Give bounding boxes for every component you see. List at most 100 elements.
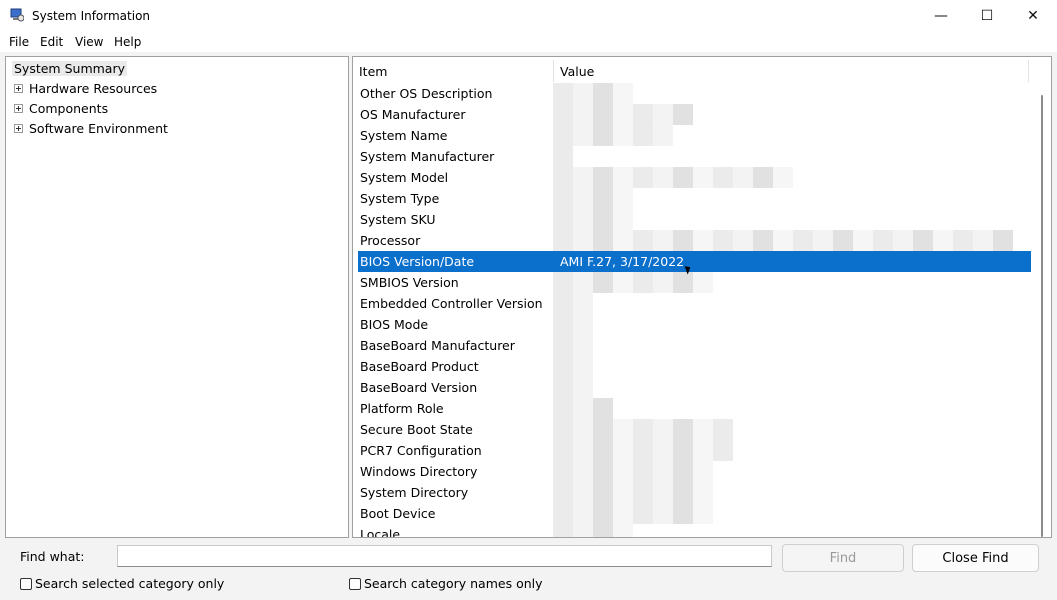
redacted-value: [553, 377, 593, 398]
table-row[interactable]: Boot Device: [353, 503, 1031, 524]
row-item-name: Locale: [360, 527, 401, 538]
row-item-name: Windows Directory: [360, 464, 478, 479]
redacted-value: [553, 83, 633, 104]
column-header-value[interactable]: Value: [560, 64, 594, 79]
find-button[interactable]: Find: [782, 544, 904, 572]
table-row[interactable]: System SKU: [353, 209, 1031, 230]
table-row[interactable]: Other OS Description: [353, 83, 1031, 104]
find-what-label: Find what:: [20, 549, 85, 564]
close-find-button[interactable]: Close Find: [912, 544, 1039, 572]
row-item-name: OS Manufacturer: [360, 107, 466, 122]
row-item-name: System Directory: [360, 485, 469, 500]
checkbox-icon[interactable]: [20, 577, 32, 590]
scrollbar-thumb[interactable]: [1041, 95, 1043, 537]
row-item-name: BaseBoard Version: [360, 380, 478, 395]
table-row[interactable]: SMBIOS Version: [353, 272, 1031, 293]
search-category-names-checkbox[interactable]: Search category names only: [349, 576, 543, 591]
row-item-name: System SKU: [360, 212, 436, 227]
redacted-value: [553, 314, 593, 335]
system-information-app-icon: [10, 8, 24, 22]
table-row[interactable]: System Model: [353, 167, 1031, 188]
menu-view[interactable]: View: [75, 35, 103, 49]
title-bar: System Information — ☐ ✕: [0, 0, 1057, 32]
window-title: System Information: [32, 9, 151, 23]
list-rows: Other OS Description OS Manufacturer Syste…: [353, 83, 1031, 538]
menu-help[interactable]: Help: [114, 35, 141, 49]
details-list[interactable]: Item Value Other OS Description OS Manufa…: [352, 56, 1052, 538]
maximize-icon: ☐: [980, 8, 994, 24]
tree-item-system-summary[interactable]: System Summary: [12, 61, 127, 76]
table-row[interactable]: BaseBoard Manufacturer: [353, 335, 1031, 356]
expand-plus-icon[interactable]: [14, 104, 23, 113]
row-item-value: AMI F.27, 3/17/2022: [560, 254, 685, 269]
row-item-name: System Name: [360, 128, 448, 143]
table-row[interactable]: PCR7 Configuration: [353, 440, 1031, 461]
maximize-button[interactable]: ☐: [964, 0, 1010, 32]
redacted-value: [553, 230, 1013, 251]
row-item-name: System Manufacturer: [360, 149, 495, 164]
redacted-value: [553, 419, 733, 440]
minimize-icon: —: [934, 8, 948, 24]
close-button[interactable]: ✕: [1010, 0, 1056, 32]
table-row[interactable]: System Manufacturer: [353, 146, 1031, 167]
redacted-value: [553, 461, 713, 482]
column-divider[interactable]: [553, 60, 554, 82]
expand-plus-icon[interactable]: [14, 124, 23, 133]
tree-item-hardware-resources[interactable]: Hardware Resources: [14, 81, 157, 96]
redacted-value: [553, 125, 673, 146]
redacted-value: [553, 209, 633, 230]
table-row[interactable]: Processor: [353, 230, 1031, 251]
tree-item-label: Components: [29, 101, 109, 116]
tree-item-label: Software Environment: [29, 121, 168, 136]
row-item-name: Platform Role: [360, 401, 444, 416]
row-item-name: System Model: [360, 170, 449, 185]
redacted-value: [553, 398, 613, 419]
table-row[interactable]: System Type: [353, 188, 1031, 209]
row-item-name: Processor: [360, 233, 421, 248]
table-row[interactable]: System Name: [353, 125, 1031, 146]
menu-edit[interactable]: Edit: [40, 35, 63, 49]
vertical-scrollbar[interactable]: [1033, 57, 1050, 537]
row-item-name: System Type: [360, 191, 440, 206]
redacted-value: [553, 146, 573, 167]
redacted-value: [553, 335, 593, 356]
redacted-value: [553, 440, 733, 461]
minimize-button[interactable]: —: [918, 0, 964, 32]
row-item-name: Secure Boot State: [360, 422, 473, 437]
redacted-value: [553, 167, 793, 188]
redacted-value: [553, 524, 633, 537]
redacted-value: [553, 293, 593, 314]
category-tree[interactable]: System Summary Hardware Resources Compon…: [5, 56, 349, 538]
redacted-value: [553, 503, 713, 524]
row-item-name: BaseBoard Product: [360, 359, 479, 374]
tree-item-software-environment[interactable]: Software Environment: [14, 121, 168, 136]
menu-bar: File Edit View Help: [0, 32, 1057, 52]
table-row[interactable]: Secure Boot State: [353, 419, 1031, 440]
checkbox-icon[interactable]: [349, 577, 361, 590]
row-item-name: Embedded Controller Version: [360, 296, 543, 311]
tree-item-label: Hardware Resources: [29, 81, 158, 96]
table-row[interactable]: Platform Role: [353, 398, 1031, 419]
row-item-name: Boot Device: [360, 506, 436, 521]
table-row[interactable]: Locale: [353, 524, 1031, 538]
row-item-name: BIOS Version/Date: [360, 254, 475, 269]
table-row[interactable]: System Directory: [353, 482, 1031, 503]
table-row[interactable]: BaseBoard Product: [353, 356, 1031, 377]
redacted-value: [553, 104, 693, 125]
column-divider[interactable]: [1028, 60, 1029, 82]
expand-plus-icon[interactable]: [14, 84, 23, 93]
column-header-item[interactable]: Item: [359, 64, 387, 79]
table-row[interactable]: Embedded Controller Version: [353, 293, 1031, 314]
search-selected-category-checkbox[interactable]: Search selected category only: [20, 576, 224, 591]
row-item-name: Other OS Description: [360, 86, 493, 101]
menu-file[interactable]: File: [9, 35, 29, 49]
close-icon: ✕: [1027, 8, 1039, 24]
find-what-input[interactable]: [117, 545, 772, 567]
tree-item-components[interactable]: Components: [14, 101, 108, 116]
table-row[interactable]: BIOS Mode: [353, 314, 1031, 335]
table-row[interactable]: BIOS Version/Date AMI F.27, 3/17/2022: [358, 251, 1031, 272]
table-row[interactable]: Windows Directory: [353, 461, 1031, 482]
checkbox-label: Search category names only: [364, 576, 543, 591]
table-row[interactable]: OS Manufacturer: [353, 104, 1031, 125]
table-row[interactable]: BaseBoard Version: [353, 377, 1031, 398]
